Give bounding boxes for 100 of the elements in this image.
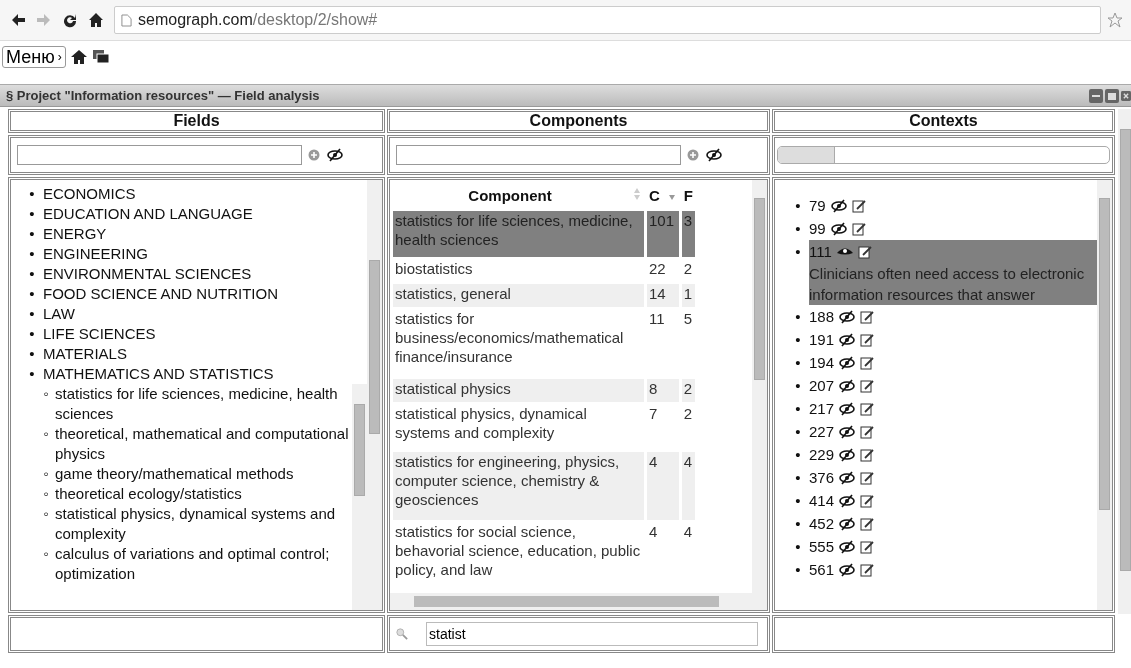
hidden-eye-icon[interactable]: [838, 470, 857, 485]
field-item[interactable]: ENERGY: [43, 224, 107, 244]
star-icon[interactable]: [1107, 12, 1123, 28]
hidden-eye-icon[interactable]: [838, 332, 857, 347]
edit-icon[interactable]: [851, 221, 866, 236]
context-item[interactable]: 194: [809, 351, 1097, 374]
scrollbar[interactable]: [752, 180, 767, 610]
table-cell-text: 2: [682, 258, 694, 279]
field-item[interactable]: LAW: [43, 304, 75, 324]
edit-icon[interactable]: [860, 355, 875, 370]
hidden-eye-icon[interactable]: [829, 198, 848, 213]
bullet: •: [28, 324, 36, 344]
filter-field[interactable]: [396, 145, 681, 165]
hidden-eye-icon[interactable]: [838, 378, 857, 393]
column-header[interactable]: Component: [393, 182, 627, 209]
context-item[interactable]: 79: [809, 194, 1097, 217]
component-row[interactable]: statistical physics 8 2: [393, 379, 695, 402]
context-item[interactable]: 376: [809, 466, 1097, 489]
edit-icon[interactable]: [860, 401, 875, 416]
field-item[interactable]: EDUCATION AND LANGUAGE: [43, 204, 253, 224]
subfield-item[interactable]: theoretical ecology/statistics: [55, 484, 352, 504]
add-icon[interactable]: [308, 149, 320, 161]
field-item[interactable]: ENGINEERING: [43, 244, 148, 264]
context-item[interactable]: 188: [809, 305, 1097, 328]
edit-icon[interactable]: [851, 198, 866, 213]
hidden-eye-icon[interactable]: [326, 148, 344, 162]
context-item[interactable]: 561: [809, 558, 1097, 581]
subfield-item[interactable]: calculus of variations and optimal control; optimization: [55, 544, 352, 584]
field-item[interactable]: MATHEMATICS AND STATISTICS: [43, 364, 274, 384]
context-item[interactable]: 452: [809, 512, 1097, 535]
hidden-eye-icon[interactable]: [838, 562, 857, 577]
hidden-eye-icon[interactable]: [705, 148, 723, 162]
field-item[interactable]: MATERIALS: [43, 344, 127, 364]
subfield-item[interactable]: game theory/mathematical methods: [55, 464, 352, 484]
field-item[interactable]: ENVIRONMENTAL SCIENCES: [43, 264, 252, 284]
context-item[interactable]: 227: [809, 420, 1097, 443]
reload-icon[interactable]: [62, 12, 78, 28]
edit-icon[interactable]: [860, 447, 875, 462]
edit-icon[interactable]: [860, 424, 875, 439]
context-item[interactable]: 111 Clinicians often need access to electronic information resources that answer: [809, 240, 1097, 305]
edit-icon[interactable]: [860, 332, 875, 347]
column-header[interactable]: F: [681, 182, 695, 209]
bullet: ◦: [42, 544, 50, 564]
hidden-eye-icon[interactable]: [838, 309, 857, 324]
edit-icon[interactable]: [860, 562, 875, 577]
context-item[interactable]: 207: [809, 374, 1097, 397]
bullet: •: [28, 264, 36, 284]
column-header[interactable]: C: [647, 182, 662, 209]
hidden-eye-icon[interactable]: [838, 401, 857, 416]
hidden-eye-icon[interactable]: [838, 493, 857, 508]
component-row[interactable]: statistics for social science, behavorial science, education, public policy, and law 4 4: [393, 522, 695, 591]
field-item[interactable]: ECONOMICS: [43, 184, 136, 204]
component-row[interactable]: statistical physics, dynamical systems and complexity 7 2: [393, 404, 695, 450]
scrollbar[interactable]: [1118, 109, 1131, 614]
context-item[interactable]: 555: [809, 535, 1097, 558]
hidden-eye-icon[interactable]: [838, 539, 857, 554]
address-bar[interactable]: semograph.com/desktop/2/show#: [114, 6, 1101, 34]
edit-icon[interactable]: [860, 309, 875, 324]
context-item[interactable]: 191: [809, 328, 1097, 351]
bullet: •: [28, 204, 36, 224]
component-row[interactable]: statistics for engineering, physics, computer science, chemistry & geosciences 4 4: [393, 451, 695, 521]
scrollbar[interactable]: [352, 384, 367, 610]
bullet: •: [28, 184, 36, 204]
home-icon[interactable]: [88, 12, 104, 28]
context-item[interactable]: 229: [809, 443, 1097, 466]
edit-icon[interactable]: [860, 516, 875, 531]
field-item[interactable]: FOOD SCIENCE AND NUTRITION: [43, 284, 278, 304]
hidden-eye-icon[interactable]: [838, 424, 857, 439]
sort-descending-icon[interactable]: [667, 193, 676, 201]
context-number: 227: [809, 422, 835, 442]
scrollbar[interactable]: [390, 593, 752, 610]
table-cell-text: statistics for social science, behavorial science, education, public policy, and law: [394, 522, 642, 581]
context-item[interactable]: 99: [809, 217, 1097, 240]
field-item[interactable]: LIFE SCIENCES: [43, 324, 156, 344]
home-icon[interactable]: [69, 49, 88, 65]
edit-icon[interactable]: [860, 539, 875, 554]
hidden-eye-icon[interactable]: [838, 355, 857, 370]
scrollbar[interactable]: [367, 180, 382, 610]
hidden-eye-icon[interactable]: [838, 516, 857, 531]
hidden-eye-icon[interactable]: [838, 447, 857, 462]
windows-icon[interactable]: [91, 49, 110, 65]
filter-field[interactable]: [17, 145, 302, 165]
search-field[interactable]: statist: [426, 622, 758, 646]
edit-icon[interactable]: [857, 244, 872, 259]
component-row[interactable]: statistics, general 14 1: [393, 283, 695, 307]
maximize-icon[interactable]: [1105, 88, 1119, 103]
add-icon[interactable]: [687, 149, 699, 161]
hidden-eye-icon[interactable]: [829, 221, 848, 236]
scrollbar[interactable]: [1097, 180, 1112, 610]
back-icon[interactable]: [10, 12, 26, 28]
edit-icon[interactable]: [860, 470, 875, 485]
edit-icon[interactable]: [860, 493, 875, 508]
context-item[interactable]: 414: [809, 489, 1097, 512]
context-item[interactable]: 217: [809, 397, 1097, 420]
component-row[interactable]: biostatistics 22 2: [393, 258, 695, 282]
close-icon[interactable]: [1121, 88, 1131, 103]
edit-icon[interactable]: [860, 378, 875, 393]
minimize-icon[interactable]: [1089, 88, 1103, 103]
component-row[interactable]: statistics for business/economics/mathematical finance/insurance 11 5: [393, 308, 695, 378]
component-row[interactable]: statistics for life sciences, medicine, health sciences 101 3: [393, 211, 695, 257]
